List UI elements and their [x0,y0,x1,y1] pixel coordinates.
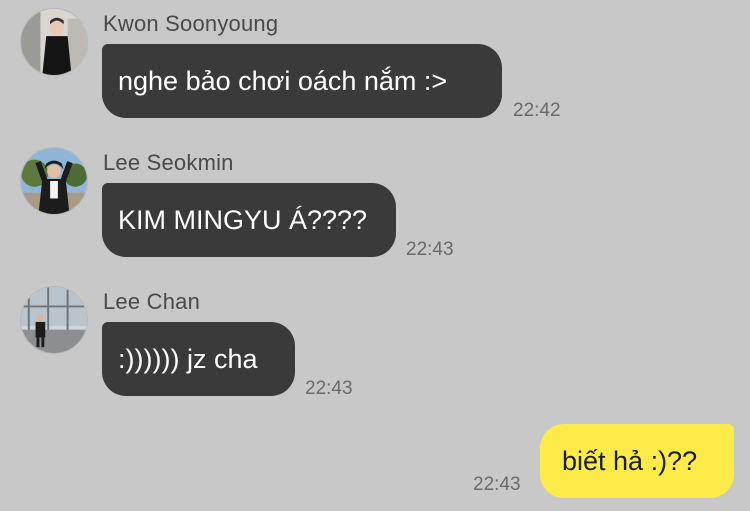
avatar-photo-icon [21,287,87,353]
message-bubble-outgoing[interactable]: biết hả :)?? [540,424,734,498]
avatar-photo-icon [21,9,87,75]
message-timestamp: 22:43 [305,378,353,399]
avatar[interactable] [20,147,88,215]
avatar[interactable] [20,286,88,354]
message-bubble[interactable]: KIM MINGYU Á???? [102,183,396,257]
sender-name: Lee Seokmin [103,150,234,175]
message-bubble[interactable]: nghe bảo chơi oách nắm :> [102,44,502,118]
sender-name: Lee Chan [103,289,201,314]
avatar[interactable] [20,8,88,76]
message-timestamp: 22:43 [406,239,454,260]
sender-name: Kwon Soonyoung [103,11,279,36]
message-bubble[interactable]: :)))))) jz cha [102,322,295,396]
avatar-photo-icon [21,148,87,214]
message-timestamp: 22:42 [513,100,561,121]
message-timestamp: 22:43 [473,474,521,495]
